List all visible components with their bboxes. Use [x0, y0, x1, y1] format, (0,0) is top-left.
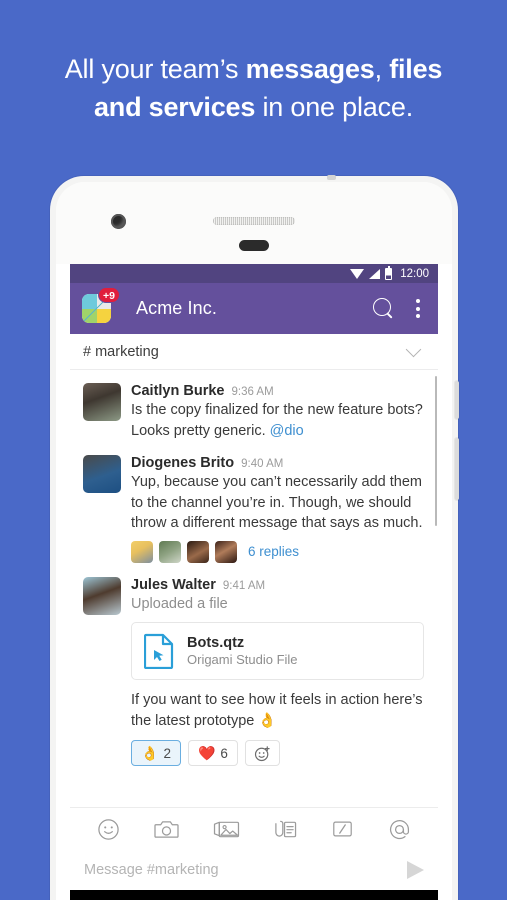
file-name: Bots.qtz [187, 635, 245, 651]
battery-icon [385, 265, 393, 280]
message-item[interactable]: Caitlyn Burke 9:36 AM Is the copy finali… [70, 379, 438, 441]
message-timestamp: 9:36 AM [231, 386, 274, 398]
app-screen: 12:00 +9 Acme Inc. # marketing Caitlyn B… [70, 264, 438, 900]
app-header-bar: +9 Acme Inc. [70, 283, 438, 334]
message-body: Caitlyn Burke 9:36 AM Is the copy finali… [131, 383, 424, 441]
overflow-dot [416, 299, 420, 303]
avatar[interactable] [83, 455, 121, 493]
message-author: Diogenes Brito [131, 455, 235, 471]
emoji-icon[interactable] [97, 818, 120, 841]
channel-name: # marketing [83, 343, 159, 360]
add-reaction-icon [254, 745, 270, 761]
headline-text-bold-files: files [389, 54, 443, 84]
message-item[interactable]: Jules Walter 9:41 AM Uploaded a file Bot… [70, 573, 438, 766]
message-composer: Message #marketing [70, 807, 438, 890]
earpiece-speaker [213, 217, 295, 225]
send-icon[interactable] [407, 861, 424, 879]
message-input-row[interactable]: Message #marketing [70, 850, 438, 890]
message-subtitle: Uploaded a file [131, 595, 228, 612]
message-timestamp: 9:40 AM [241, 458, 284, 470]
headline-text-bold-messages: messages [245, 54, 375, 84]
message-author: Caitlyn Burke [131, 383, 225, 399]
android-navigation-bar [70, 890, 438, 900]
message-list[interactable]: Caitlyn Burke 9:36 AM Is the copy finali… [70, 370, 438, 807]
overflow-dot [416, 314, 420, 318]
channel-header[interactable]: # marketing [70, 334, 438, 370]
headline-line-2: and services in one place. [94, 92, 413, 122]
page-headline: All your team’s messages, files and serv… [0, 50, 507, 126]
unread-badge: +9 [98, 287, 120, 303]
file-meta: Bots.qtz Origami Studio File [187, 635, 298, 667]
message-timestamp: 9:41 AM [222, 579, 266, 592]
reply-avatar[interactable] [215, 540, 237, 563]
message-body: Jules Walter 9:41 AM Uploaded a file Bot… [131, 577, 424, 766]
headline-line-1: All your team’s messages, files [65, 54, 443, 84]
reaction-pill-heart[interactable]: ❤️ 6 [187, 740, 238, 766]
reply-avatar[interactable] [159, 540, 181, 563]
reaction-count: 2 [163, 745, 171, 761]
search-icon[interactable] [373, 298, 394, 319]
heart-emoji-icon: ❤️ [197, 745, 216, 761]
thread-replies-row[interactable]: 6 replies [131, 540, 424, 563]
file-type: Origami Studio File [187, 652, 298, 667]
reply-avatar[interactable] [187, 540, 209, 563]
attachment-icon[interactable] [273, 818, 297, 841]
message-caption: If you want to see how it feels in actio… [131, 692, 423, 729]
reply-avatar[interactable] [131, 540, 153, 563]
composer-toolbar [70, 808, 438, 850]
signal-icon [369, 268, 381, 279]
phone-top-button [327, 175, 336, 180]
team-name-title: Acme Inc. [136, 298, 217, 318]
phone-screen-area: 12:00 +9 Acme Inc. # marketing Caitlyn B… [56, 182, 452, 900]
ok-hand-emoji-icon: 👌 [141, 745, 159, 761]
message-text: Is the copy finalized for the new featur… [131, 400, 424, 441]
file-document-icon [144, 633, 174, 669]
reaction-pill-ok-hand[interactable]: 👌 2 [131, 740, 181, 766]
file-attachment-card[interactable]: Bots.qtz Origami Studio File [131, 622, 424, 680]
headline-text-comma: , [374, 54, 390, 84]
reaction-count: 6 [220, 745, 228, 761]
message-item[interactable]: Diogenes Brito 9:40 AM Yup, because you … [70, 451, 438, 563]
overflow-menu-icon[interactable] [416, 299, 420, 318]
message-body: Diogenes Brito 9:40 AM Yup, because you … [131, 455, 424, 563]
message-header: Caitlyn Burke 9:36 AM [131, 383, 424, 399]
android-status-bar: 12:00 [70, 264, 438, 283]
phone-power-button[interactable] [455, 381, 459, 419]
overflow-dot [416, 306, 420, 311]
chevron-down-icon[interactable] [405, 341, 422, 357]
headline-text-bold-services: and services [93, 92, 256, 122]
status-bar-clock: 12:00 [400, 267, 429, 280]
team-logo[interactable]: +9 [82, 287, 120, 323]
mention-link[interactable]: @dio [270, 423, 304, 439]
photo-gallery-icon[interactable] [213, 818, 240, 841]
avatar[interactable] [83, 576, 121, 615]
message-input[interactable]: Message #marketing [84, 862, 407, 878]
phone-top-bezel [56, 182, 452, 264]
message-author: Jules Walter [131, 576, 216, 593]
message-header: Jules Walter 9:41 AM [131, 577, 424, 593]
headline-text-plain-1: All your team’s [64, 54, 246, 84]
message-list-scrollbar[interactable] [434, 376, 437, 526]
headline-text-plain-2: in one place. [255, 92, 414, 122]
avatar[interactable] [83, 383, 121, 421]
wifi-icon [350, 268, 365, 279]
front-camera-icon [111, 214, 126, 229]
phone-volume-button[interactable] [455, 438, 459, 500]
sensor-pill [239, 240, 269, 251]
add-reaction-button[interactable] [244, 740, 280, 766]
message-text: Yup, because you can’t necessarily add t… [131, 474, 423, 531]
reaction-list: 👌 2 ❤️ 6 [131, 740, 424, 766]
message-header: Diogenes Brito 9:40 AM [131, 455, 424, 471]
slash-command-icon[interactable] [331, 818, 354, 840]
replies-count-link[interactable]: 6 replies [248, 544, 299, 559]
camera-icon[interactable] [154, 818, 179, 841]
phone-device-frame: 12:00 +9 Acme Inc. # marketing Caitlyn B… [50, 175, 459, 900]
mention-icon[interactable] [388, 818, 411, 841]
